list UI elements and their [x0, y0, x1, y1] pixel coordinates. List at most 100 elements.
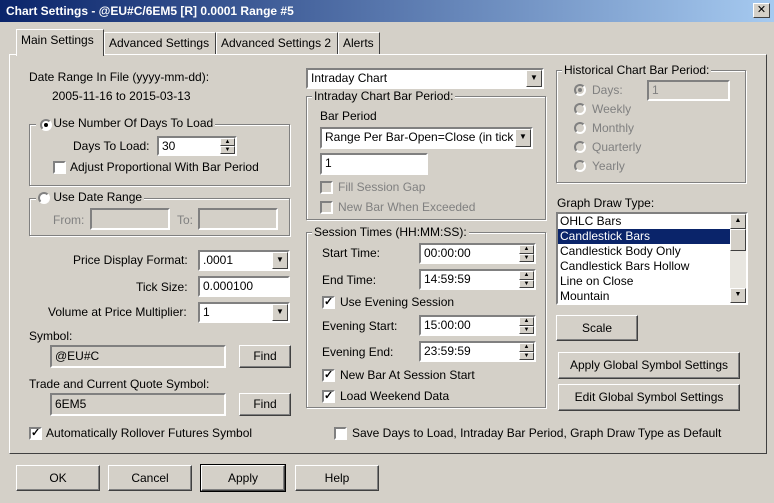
from-date-field[interactable] [90, 208, 170, 230]
end-time-value: 14:59:59 [424, 272, 471, 286]
chevron-down-icon[interactable]: ▼ [515, 129, 531, 147]
chevron-down-icon[interactable]: ▼ [272, 304, 288, 321]
list-scrollbar[interactable]: ▲ ▼ [730, 214, 746, 303]
edit-global-symbol-button[interactable]: Edit Global Symbol Settings [558, 384, 740, 411]
evening-end-label: Evening End: [322, 345, 394, 359]
historical-monthly-label: Monthly [592, 121, 635, 135]
historical-days-radio[interactable] [574, 84, 586, 96]
apply-global-symbol-button[interactable]: Apply Global Symbol Settings [558, 352, 740, 379]
spin-up-icon[interactable]: ▲ [519, 343, 534, 352]
symbol-value: @EU#C [55, 349, 100, 363]
chevron-down-icon[interactable]: ▼ [272, 252, 288, 269]
use-date-range-label: Use Date Range [53, 190, 143, 204]
spin-up-icon[interactable]: ▲ [519, 317, 534, 326]
historical-yearly-radio[interactable] [574, 160, 586, 172]
adjust-proportional-checkbox[interactable] [53, 161, 66, 174]
historical-weekly-radio[interactable] [574, 103, 586, 115]
help-button[interactable]: Help [295, 465, 379, 491]
graph-draw-item[interactable]: OHLC Bars [558, 214, 730, 229]
spin-down-icon[interactable]: ▼ [220, 146, 235, 154]
historical-monthly-radio[interactable] [574, 122, 586, 134]
bar-value-field[interactable]: 1 [320, 153, 428, 175]
end-time-label: End Time: [322, 273, 377, 287]
tab-advanced-settings-2[interactable]: Advanced Settings 2 [216, 32, 338, 54]
checkmark-icon: ✓ [324, 369, 334, 381]
close-icon[interactable]: ✕ [753, 3, 770, 18]
load-weekend-checkbox[interactable]: ✓ [322, 390, 335, 403]
date-range-group-title: Use Date Range [36, 190, 145, 205]
symbol-field[interactable]: @EU#C [50, 345, 226, 368]
evening-start-label: Evening Start: [322, 319, 398, 333]
graph-draw-item[interactable]: Candlestick Bars Hollow [558, 259, 730, 274]
graph-draw-item[interactable]: Mountain [558, 289, 730, 303]
window-title-bar[interactable]: Chart Settings - @EU#C/6EM5 [R] 0.0001 R… [0, 0, 774, 22]
spin-up-icon[interactable]: ▲ [519, 271, 534, 280]
scale-button[interactable]: Scale [556, 315, 638, 341]
save-default-label: Save Days to Load, Intraday Bar Period, … [352, 426, 722, 440]
volume-multiplier-select[interactable]: 1 ▼ [198, 302, 290, 323]
days-to-load-label: Days To Load: [73, 139, 150, 153]
new-bar-session-checkbox[interactable]: ✓ [322, 369, 335, 382]
date-range-value: 2005-11-16 to 2015-03-13 [52, 89, 191, 103]
use-date-range-radio[interactable] [38, 191, 50, 204]
tab-advanced-settings[interactable]: Advanced Settings [104, 32, 216, 54]
spin-up-icon[interactable]: ▲ [220, 138, 235, 146]
use-days-label: Use Number Of Days To Load [53, 116, 214, 130]
end-time-stepper[interactable]: 14:59:59 ▲ ▼ [419, 269, 536, 290]
bar-period-select[interactable]: Range Per Bar-Open=Close (in tick ▼ [320, 127, 533, 149]
days-to-load-stepper[interactable]: 30 ▲ ▼ [157, 136, 237, 156]
price-format-select[interactable]: .0001 ▼ [198, 250, 290, 271]
scroll-up-icon[interactable]: ▲ [730, 214, 746, 229]
scroll-thumb[interactable] [730, 229, 746, 251]
fill-session-gap-checkbox[interactable] [320, 181, 333, 194]
tab-alerts[interactable]: Alerts [338, 32, 380, 54]
evening-end-stepper[interactable]: 23:59:59 ▲ ▼ [419, 341, 536, 362]
find-symbol-button[interactable]: Find [239, 345, 291, 368]
evening-start-stepper[interactable]: 15:00:00 ▲ ▼ [419, 315, 536, 336]
load-weekend-label: Load Weekend Data [340, 389, 450, 403]
rollover-checkbox[interactable]: ✓ [29, 427, 42, 440]
historical-quarterly-label: Quarterly [592, 140, 642, 154]
graph-draw-item[interactable]: Candlestick Body Only [558, 244, 730, 259]
adjust-proportional-label: Adjust Proportional With Bar Period [70, 160, 259, 174]
use-days-radio[interactable] [40, 118, 52, 131]
chevron-down-icon[interactable]: ▼ [526, 70, 542, 87]
graph-draw-list[interactable]: OHLC Bars Candlestick Bars Candlestick B… [556, 212, 748, 305]
tick-size-field[interactable]: 0.000100 [198, 276, 290, 297]
spin-down-icon[interactable]: ▼ [519, 325, 534, 334]
ok-button[interactable]: OK [16, 465, 100, 491]
spin-down-icon[interactable]: ▼ [519, 253, 534, 262]
historical-days-value: 1 [652, 83, 659, 97]
chart-type-select[interactable]: Intraday Chart ▼ [306, 68, 544, 89]
chart-type-value: Intraday Chart [311, 71, 388, 85]
scroll-down-icon[interactable]: ▼ [730, 288, 746, 303]
historical-weekly-label: Weekly [592, 102, 632, 116]
cancel-button[interactable]: Cancel [108, 465, 192, 491]
to-label: To: [177, 213, 194, 227]
find-trade-symbol-button[interactable]: Find [239, 393, 291, 416]
spin-down-icon[interactable]: ▼ [519, 279, 534, 288]
to-date-field[interactable] [198, 208, 278, 230]
from-label: From: [53, 213, 85, 227]
new-bar-exceeded-checkbox[interactable] [320, 201, 333, 214]
apply-button[interactable]: Apply [200, 464, 286, 492]
save-default-checkbox[interactable] [334, 427, 347, 440]
spin-down-icon[interactable]: ▼ [519, 351, 534, 360]
bar-value: 1 [325, 156, 332, 170]
historical-days-field[interactable]: 1 [647, 80, 730, 101]
spin-up-icon[interactable]: ▲ [519, 245, 534, 254]
historical-quarterly-radio[interactable] [574, 141, 586, 153]
bar-period-value: Range Per Bar-Open=Close (in tick [325, 130, 514, 144]
fill-session-gap-label: Fill Session Gap [338, 180, 426, 194]
graph-draw-item-selected[interactable]: Candlestick Bars [558, 229, 730, 244]
use-evening-checkbox[interactable]: ✓ [322, 296, 335, 309]
tab-main-settings[interactable]: Main Settings [16, 29, 104, 56]
evening-start-value: 15:00:00 [424, 318, 471, 332]
price-format-value: .0001 [203, 253, 234, 267]
trade-symbol-field[interactable]: 6EM5 [50, 393, 226, 416]
tick-size-value: 0.000100 [203, 279, 254, 293]
symbol-label: Symbol: [29, 329, 73, 343]
start-time-stepper[interactable]: 00:00:00 ▲ ▼ [419, 243, 536, 264]
rollover-label: Automatically Rollover Futures Symbol [46, 426, 253, 440]
graph-draw-item[interactable]: Line on Close [558, 274, 730, 289]
